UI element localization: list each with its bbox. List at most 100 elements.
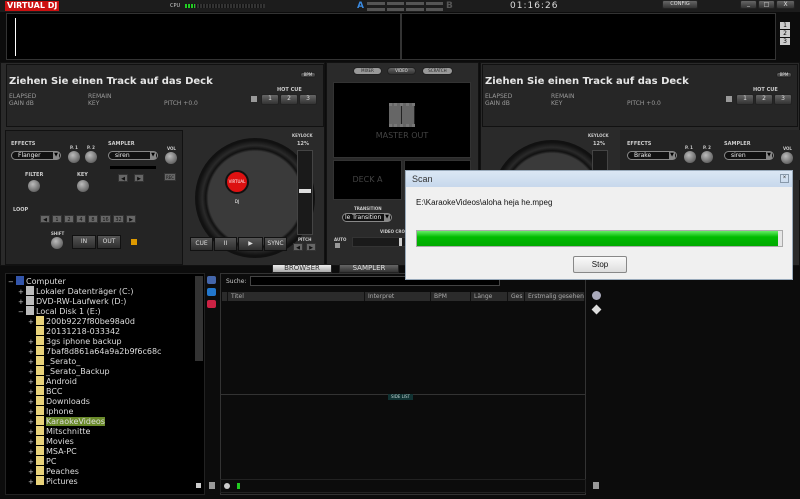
hotcue-1[interactable]: 1 bbox=[261, 94, 279, 105]
column-artist[interactable]: Interpret bbox=[365, 292, 431, 301]
deck-a-indicator[interactable]: A bbox=[357, 1, 364, 11]
loop-out-button[interactable]: OUT bbox=[97, 235, 121, 249]
waveform-deck-a[interactable] bbox=[6, 13, 401, 60]
tree-scrollbar[interactable] bbox=[195, 276, 203, 361]
left-bpm-button[interactable]: BPM bbox=[300, 72, 316, 78]
globe-icon[interactable] bbox=[224, 483, 230, 489]
loop-32[interactable]: 32 bbox=[113, 215, 124, 223]
tree-item[interactable]: + Pictures bbox=[28, 476, 78, 486]
tab-browser[interactable]: BROWSER bbox=[272, 264, 332, 273]
tree-item[interactable]: + Downloads bbox=[28, 396, 90, 406]
tab-mixer[interactable]: MIXER bbox=[353, 67, 382, 75]
column-first-seen[interactable]: Erstmalig gesehen bbox=[525, 292, 585, 301]
column-bpm[interactable]: BPM bbox=[431, 292, 471, 301]
hotcue-3[interactable]: 3 bbox=[299, 94, 317, 105]
tree-scroll-down[interactable] bbox=[196, 483, 201, 488]
right-hotcue-3[interactable]: 3 bbox=[774, 94, 792, 105]
tree-item[interactable]: + Android bbox=[28, 376, 77, 386]
expand-toggle[interactable]: + bbox=[18, 298, 26, 306]
right-keylock-label[interactable]: KEYLOCK bbox=[588, 133, 609, 138]
tree-item[interactable]: +200b9227f80be98a0d bbox=[28, 316, 135, 326]
tree-item[interactable]: + PC bbox=[28, 456, 56, 466]
right-sampler-select[interactable]: siren bbox=[724, 151, 774, 160]
add-playlist-icon[interactable] bbox=[207, 300, 216, 308]
loop-4[interactable]: 4 bbox=[76, 215, 86, 223]
p1-knob[interactable] bbox=[68, 151, 80, 163]
tree-item[interactable]: − Local Disk 1 (E:) bbox=[18, 306, 101, 316]
expand-toggle[interactable]: + bbox=[28, 478, 36, 486]
tree-item[interactable]: + MSA-PC bbox=[28, 446, 77, 456]
expand-toggle[interactable]: + bbox=[28, 348, 36, 356]
column-length[interactable]: Länge bbox=[471, 292, 508, 301]
expand-toggle[interactable]: + bbox=[28, 408, 36, 416]
loop-prev[interactable]: ◀ bbox=[40, 215, 50, 223]
transition-select[interactable]: le Transition bbox=[342, 213, 392, 222]
stop-button[interactable]: Stop bbox=[573, 256, 627, 273]
p2-knob[interactable] bbox=[85, 151, 97, 163]
play-button[interactable]: ▶ bbox=[238, 237, 263, 251]
expand-toggle[interactable]: + bbox=[28, 448, 36, 456]
expand-toggle[interactable]: − bbox=[8, 278, 16, 286]
keylock-label[interactable]: KEYLOCK bbox=[292, 133, 313, 138]
dialog-close-icon[interactable]: × bbox=[780, 174, 789, 183]
sampler-next[interactable]: ▶ bbox=[134, 174, 144, 182]
sidebar-lock-icon[interactable] bbox=[593, 482, 599, 489]
expand-toggle[interactable]: + bbox=[28, 318, 36, 326]
pitch-slider[interactable] bbox=[297, 150, 313, 235]
video-crossfader[interactable] bbox=[352, 237, 407, 247]
sampler-prev[interactable]: ◀ bbox=[118, 174, 128, 182]
loop-8[interactable]: 8 bbox=[88, 215, 98, 223]
column-title[interactable]: Titel bbox=[228, 292, 365, 301]
loop-next[interactable]: ▶ bbox=[126, 215, 136, 223]
expand-toggle[interactable]: + bbox=[28, 418, 36, 426]
loop-1[interactable]: 1 bbox=[52, 215, 62, 223]
minimize-button[interactable]: _ bbox=[740, 0, 757, 9]
tab-video[interactable]: VIDEO bbox=[387, 67, 416, 75]
add-folder-icon[interactable] bbox=[207, 276, 216, 284]
tree-item[interactable]: + Peaches bbox=[28, 466, 79, 476]
pitch-bend-up[interactable]: ▶ bbox=[306, 243, 316, 251]
waveform-zoom-selector[interactable]: 1 2 3 bbox=[780, 22, 790, 45]
tree-item[interactable]: +7baf8d861a64a9a2b9f6c68c bbox=[28, 346, 161, 356]
sync-button[interactable]: SYNC bbox=[264, 237, 287, 251]
tree-item[interactable]: + _Serato_ bbox=[28, 356, 80, 366]
column-ges[interactable]: Ges bbox=[508, 292, 525, 301]
waveform-deck-b[interactable] bbox=[401, 13, 776, 60]
right-hotcue-2[interactable]: 2 bbox=[755, 94, 773, 105]
right-p1-knob[interactable] bbox=[684, 151, 696, 163]
loop-lock-icon[interactable] bbox=[131, 239, 137, 245]
expand-toggle[interactable]: + bbox=[28, 428, 36, 436]
right-hotcue-1[interactable]: 1 bbox=[736, 94, 754, 105]
expand-toggle[interactable]: + bbox=[28, 458, 36, 466]
close-button[interactable]: X bbox=[776, 0, 795, 9]
tree-item[interactable]: 20131218-033342 bbox=[28, 326, 120, 336]
filter-knob[interactable] bbox=[28, 180, 40, 192]
expand-toggle[interactable]: + bbox=[18, 288, 26, 296]
config-button[interactable]: CONFIG bbox=[662, 0, 698, 9]
tab-scratch[interactable]: SCRATCH bbox=[422, 67, 453, 75]
tree-item[interactable]: + _Serato_Backup bbox=[28, 366, 110, 376]
effect-select[interactable]: Flanger bbox=[11, 151, 61, 160]
expand-toggle[interactable]: + bbox=[28, 358, 36, 366]
zoom-1[interactable]: 1 bbox=[780, 22, 790, 29]
expand-toggle[interactable]: + bbox=[28, 388, 36, 396]
maximize-button[interactable]: □ bbox=[758, 0, 775, 9]
tree-item[interactable]: + DVD-RW-Laufwerk (D:) bbox=[18, 296, 126, 306]
expand-toggle[interactable]: + bbox=[28, 398, 36, 406]
tree-item[interactable]: + KaraokeVideos bbox=[28, 416, 105, 426]
sampler-rec-button[interactable]: REC bbox=[164, 173, 176, 181]
info-icon[interactable] bbox=[592, 291, 601, 300]
pitch-range[interactable]: 12% bbox=[297, 141, 309, 147]
tree-item[interactable]: + BCC bbox=[28, 386, 63, 396]
side-list-label[interactable]: SIDE LIST bbox=[388, 394, 413, 400]
right-lock-icon[interactable] bbox=[726, 96, 732, 102]
loop-2[interactable]: 2 bbox=[64, 215, 74, 223]
sampler-vol-knob[interactable] bbox=[165, 152, 177, 164]
tree-item[interactable]: +3gs iphone backup bbox=[28, 336, 122, 346]
shift-knob[interactable] bbox=[51, 237, 63, 249]
hotcue-2[interactable]: 2 bbox=[280, 94, 298, 105]
tree-item[interactable]: − Computer bbox=[8, 276, 66, 286]
right-effect-select[interactable]: Brake bbox=[627, 151, 677, 160]
pin-icon[interactable] bbox=[591, 304, 602, 315]
right-sampler-vol-knob[interactable] bbox=[781, 152, 793, 164]
